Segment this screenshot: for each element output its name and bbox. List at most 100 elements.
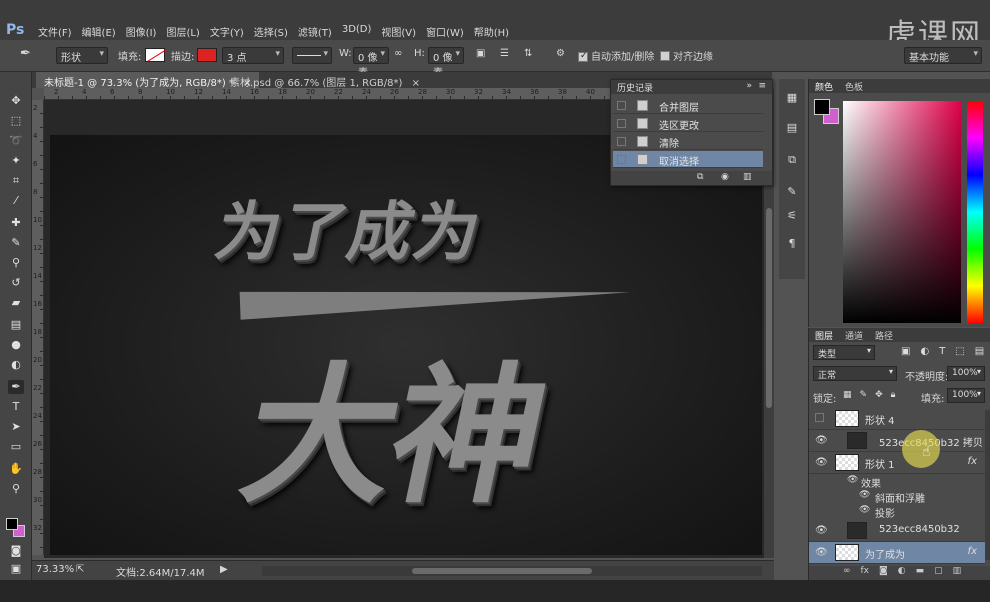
layer-row[interactable]: 形状 4: [809, 408, 985, 430]
fill-swatch[interactable]: [145, 48, 167, 62]
blend-mode-select[interactable]: 正常: [813, 366, 897, 381]
stroke-size-select[interactable]: 3 点: [222, 47, 284, 64]
tab-paths[interactable]: 路径: [875, 329, 893, 342]
menu-window[interactable]: 窗口(W): [426, 24, 464, 39]
menu-image[interactable]: 图像(I): [126, 24, 157, 39]
eraser-tool-icon[interactable]: ▰: [8, 296, 24, 310]
crop-tool-icon[interactable]: ⌗: [8, 174, 24, 188]
eyedropper-icon[interactable]: ⁄: [8, 194, 24, 208]
type-filter-icon[interactable]: T: [939, 346, 945, 357]
menu-select[interactable]: 选择(S): [254, 24, 288, 39]
shape-filter-icon[interactable]: ⬚: [955, 346, 964, 357]
hue-slider[interactable]: [967, 101, 983, 323]
foreground-color-swatch[interactable]: [814, 99, 830, 115]
smart-object-filter-icon[interactable]: ▤: [975, 346, 984, 357]
visibility-toggle[interactable]: [815, 413, 824, 422]
add-mask-icon[interactable]: ◙: [879, 566, 888, 580]
tab-material-psd[interactable]: 素材.psd @ 66.7% (图层 1, RGB/8*) ×: [222, 72, 428, 89]
layer-row[interactable]: 👁︎ 523ecc8450b32: [809, 520, 985, 542]
width-field[interactable]: 0 像素: [353, 47, 389, 79]
new-document-from-state-icon[interactable]: ⧉: [697, 172, 703, 182]
eye-icon[interactable]: 👁︎: [815, 457, 828, 468]
pen-tool-icon[interactable]: ✒: [8, 380, 24, 394]
tab-layers[interactable]: 图层: [815, 329, 833, 342]
quick-mask-icon[interactable]: ◙: [8, 544, 24, 558]
eye-icon[interactable]: 👁︎: [847, 475, 858, 485]
eye-icon[interactable]: 👁︎: [815, 435, 828, 446]
lock-all-icon[interactable]: 🔒︎: [891, 390, 896, 400]
align-edges-checkbox[interactable]: 对齐边缘: [660, 48, 713, 63]
workspace-select[interactable]: 基本功能: [904, 47, 982, 64]
history-item-selected[interactable]: 取消选择: [613, 151, 763, 168]
properties-panel-icon[interactable]: ▤: [784, 121, 800, 135]
menu-type[interactable]: 文字(Y): [210, 24, 244, 39]
trash-icon[interactable]: ▥: [953, 566, 962, 580]
adjustment-filter-icon[interactable]: ◐: [920, 346, 929, 357]
paragraph-icon[interactable]: ¶: [784, 237, 800, 251]
brush-tool-icon[interactable]: ✎: [8, 236, 24, 250]
link-dimensions-icon[interactable]: ∞: [394, 48, 402, 59]
zoom-level[interactable]: 73.33%: [36, 564, 74, 575]
effect-item[interactable]: 👁︎ 投影: [809, 504, 985, 520]
screen-mode-icon[interactable]: ▣: [8, 562, 24, 576]
path-selection-icon[interactable]: ➤: [8, 420, 24, 434]
effect-item[interactable]: 👁︎ 斜面和浮雕: [809, 489, 985, 505]
layer-row[interactable]: 👁︎ 523ecc8450b32 拷贝: [809, 430, 985, 452]
link-layers-icon[interactable]: ∞: [843, 566, 851, 580]
fx-icon[interactable]: fx: [968, 456, 977, 467]
eye-icon[interactable]: 👁︎: [859, 490, 870, 500]
magic-wand-icon[interactable]: ✦: [8, 154, 24, 168]
horizontal-scrollbar[interactable]: [262, 566, 762, 576]
brush-panel-icon[interactable]: ✎: [784, 185, 800, 199]
export-icon[interactable]: ⇱: [76, 564, 84, 575]
path-operations-icon[interactable]: ▣: [476, 48, 485, 59]
menu-filter[interactable]: 滤镜(T): [298, 24, 332, 39]
eye-icon[interactable]: 👁︎: [815, 525, 828, 536]
trash-icon[interactable]: ▥: [743, 172, 752, 182]
hand-tool-icon[interactable]: ✋: [8, 462, 24, 476]
history-panel-icon[interactable]: ▦: [784, 91, 800, 105]
scroll-thumb[interactable]: [412, 568, 592, 574]
panel-menu-icon[interactable]: ≡: [758, 81, 766, 91]
menu-3d[interactable]: 3D(D): [342, 24, 372, 38]
new-layer-icon[interactable]: ▢: [934, 566, 943, 580]
tab-swatches[interactable]: 色板: [845, 80, 863, 93]
fx-icon[interactable]: fx: [968, 546, 977, 557]
artboard[interactable]: 为了成为 大神: [50, 135, 762, 555]
stroke-style-select[interactable]: [292, 47, 332, 64]
adjustments-icon[interactable]: ⚟: [784, 209, 800, 223]
menu-help[interactable]: 帮助(H): [474, 24, 509, 39]
gear-icon[interactable]: ⚙: [556, 48, 565, 59]
tool-mode-select[interactable]: 形状: [56, 47, 108, 64]
path-arrangement-icon[interactable]: ⇅: [524, 48, 532, 59]
eye-icon[interactable]: 👁︎: [859, 505, 870, 515]
height-field[interactable]: 0 像素: [428, 47, 464, 79]
history-brush-icon[interactable]: ↺: [8, 276, 24, 290]
menu-view[interactable]: 视图(V): [381, 24, 416, 39]
history-item[interactable]: 选区更改: [613, 115, 763, 132]
pixel-filter-icon[interactable]: ▣: [901, 346, 910, 357]
layers-scrollbar[interactable]: [985, 410, 990, 560]
lock-transparency-icon[interactable]: ▦: [843, 390, 852, 400]
menu-layer[interactable]: 图层(L): [166, 24, 199, 39]
new-adjustment-icon[interactable]: ◐: [898, 566, 906, 580]
move-tool-icon[interactable]: ✥: [8, 94, 24, 108]
eye-icon[interactable]: 👁︎: [815, 547, 828, 558]
marquee-tool-icon[interactable]: ⬚: [8, 114, 24, 128]
shape-tool-icon[interactable]: ▭: [8, 440, 24, 454]
collapse-icon[interactable]: »: [746, 81, 752, 91]
pen-tool-icon[interactable]: ✒: [20, 46, 31, 61]
menu-file[interactable]: 文件(F): [38, 24, 72, 39]
tab-color[interactable]: 颜色: [815, 80, 833, 93]
lasso-tool-icon[interactable]: ➰: [8, 134, 24, 148]
auto-add-delete-checkbox[interactable]: 自动添加/删除: [578, 48, 654, 63]
status-menu-arrow[interactable]: ▶: [220, 564, 228, 575]
lock-position-icon[interactable]: ✥: [875, 390, 883, 400]
history-item[interactable]: 清除: [613, 133, 763, 150]
fill-field[interactable]: 100%: [947, 388, 985, 403]
gradient-tool-icon[interactable]: ▤: [8, 318, 24, 332]
history-item[interactable]: 合并图层: [613, 97, 763, 114]
dodge-tool-icon[interactable]: ◐: [8, 358, 24, 372]
stroke-swatch[interactable]: [197, 48, 217, 62]
blur-tool-icon[interactable]: ●: [8, 338, 24, 352]
